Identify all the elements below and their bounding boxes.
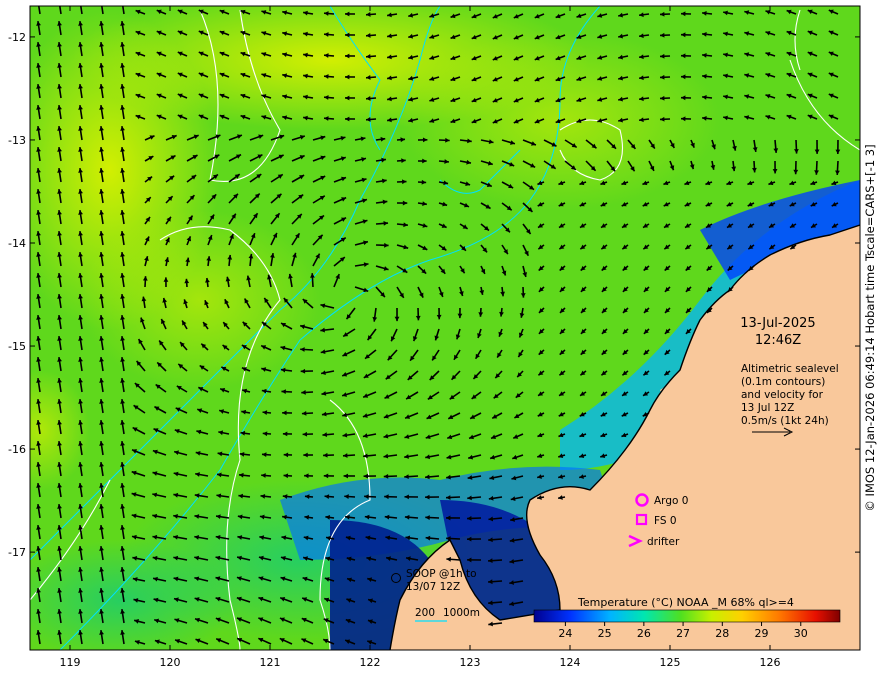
lon-tick-label: 119 [60, 656, 81, 669]
velocity-arrowhead [57, 0, 62, 5]
legend-depth-1000: 1000m [443, 607, 480, 619]
velocity-arrowhead [78, 0, 83, 5]
lon-tick-label: 122 [360, 656, 381, 669]
lon-tick-label: 124 [560, 656, 581, 669]
legend-argo: Argo 0 [654, 495, 688, 507]
lat-tick-label: -13 [8, 134, 26, 147]
legend-soop-1: SOOP @1h to [406, 568, 477, 580]
lat-tick-label: -15 [8, 340, 26, 353]
legend-drifter: drifter [647, 536, 680, 548]
colorbar-title: Temperature (°C) NOAA _M 68% ql>=4 [577, 596, 794, 609]
map-time: 12:46Z [755, 333, 801, 348]
velocity-arrowhead [120, 0, 125, 5]
colorbar-tick-label: 29 [755, 627, 769, 640]
lat-tick-label: -14 [8, 237, 26, 250]
legend-depth-200: 200 [415, 607, 435, 619]
lon-tick-label: 121 [260, 656, 281, 669]
colorbar-tick-label: 28 [715, 627, 729, 640]
colorbar-tick-label: 26 [637, 627, 651, 640]
lat-tick-label: -16 [8, 443, 26, 456]
lon-tick-label: 125 [660, 656, 681, 669]
colorbar-tick-label: 25 [598, 627, 612, 640]
lat-tick-label: -17 [8, 546, 26, 559]
info-line-3: and velocity for [741, 389, 824, 401]
lon-tick-label: 126 [760, 656, 781, 669]
info-line-1: Altimetric sealevel [741, 363, 839, 375]
colorbar [533, 609, 841, 623]
velocity-arrowhead [99, 0, 104, 5]
legend-fs: FS 0 [654, 515, 677, 527]
sst-field [30, 0, 860, 650]
lon-tick-label: 123 [460, 656, 481, 669]
sst-map: 119 120 121 122 123 124 125 126 -12 -13 -14 -15 -16 -… [8, 0, 877, 669]
colorbar-tick-label: 27 [676, 627, 690, 640]
info-line-4: 13 Jul 12Z [741, 402, 794, 414]
colorbar-tick-label: 24 [558, 627, 572, 640]
info-line-2: (0.1m contours) [741, 376, 825, 388]
velocity-arrowhead [36, 0, 41, 5]
lon-tick-label: 120 [160, 656, 181, 669]
legend-soop-2: 13/07 12Z [406, 581, 460, 593]
map-date: 13-Jul-2025 [740, 316, 815, 331]
colorbar-tick-label: 30 [794, 627, 808, 640]
credit-text: © IMOS 12-Jan-2026 06:49:14 Hobart time … [863, 144, 877, 511]
lat-tick-label: -12 [8, 31, 26, 44]
info-line-5: 0.5m/s (1kt 24h) [741, 415, 829, 427]
